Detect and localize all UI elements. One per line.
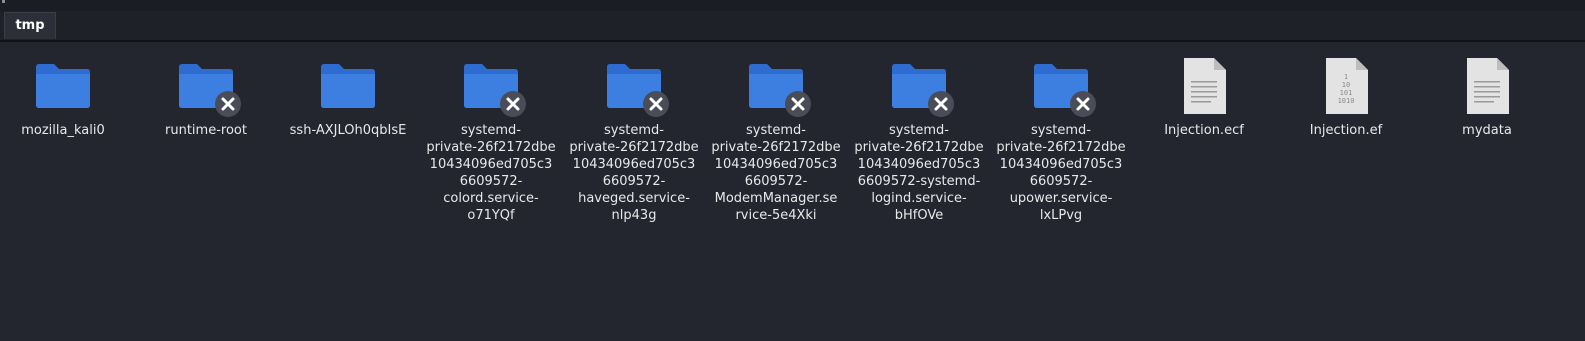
item-label: systemd- private-26f2172dbe 10434096ed70… [426,123,556,223]
item-label: systemd- private-26f2172dbe 10434096ed70… [711,123,841,223]
folder-icon [316,54,380,118]
unreadable-icon [785,91,811,117]
folder-item[interactable]: mozilla_kali0 [0,54,129,139]
folder-icon [1029,54,1096,118]
item-label: ssh-AXJLOh0qbIsE [289,123,407,138]
folder-icon [744,54,811,118]
folder-item[interactable]: systemd- private-26f2172dbe 10434096ed70… [568,54,700,224]
folder-icon [602,54,669,118]
folder-item[interactable]: systemd- private-26f2172dbe 10434096ed70… [425,54,557,224]
window-top-strip [0,0,1585,11]
svg-text:10: 10 [1342,81,1350,89]
folder-item[interactable]: systemd- private-26f2172dbe 10434096ed70… [995,54,1127,224]
item-label: mozilla_kali0 [21,123,105,138]
item-label: Injection.ef [1309,123,1383,138]
window-edge-mark [2,0,5,3]
item-label: systemd- private-26f2172dbe 10434096ed70… [854,123,984,223]
unreadable-icon [928,91,954,117]
unreadable-icon [1070,91,1096,117]
unreadable-icon [643,91,669,117]
folder-item[interactable]: runtime-root [140,54,272,139]
folder-item[interactable]: ssh-AXJLOh0qbIsE [282,54,414,139]
item-label: systemd- private-26f2172dbe 10434096ed70… [996,123,1126,223]
svg-text:101: 101 [1340,89,1353,97]
item-label: runtime-root [165,123,247,138]
file-item[interactable]: mydata [1421,54,1553,139]
text-file-icon [1455,54,1519,118]
folder-item[interactable]: systemd- private-26f2172dbe 10434096ed70… [853,54,985,224]
tab-tmp[interactable]: tmp [4,12,56,39]
file-item[interactable]: 1 10 101 1010 Injection.ef [1280,54,1412,139]
file-grid: mozilla_kali0 runtime-root ssh-AXJLOh0qb… [0,42,1585,341]
folder-item[interactable]: systemd- private-26f2172dbe 10434096ed70… [710,54,842,224]
svg-text:1: 1 [1344,73,1348,81]
folder-icon [174,54,241,118]
item-label: mydata [1462,123,1512,138]
folder-icon [887,54,954,118]
file-item[interactable]: Injection.ecf [1138,54,1270,139]
binary-file-icon: 1 10 101 1010 [1314,54,1378,118]
folder-icon [31,54,95,118]
item-label: Injection.ecf [1164,123,1244,138]
unreadable-icon [215,91,241,117]
text-file-icon [1172,54,1236,118]
unreadable-icon [500,91,526,117]
tab-bar: tmp [0,11,1585,42]
item-label: systemd- private-26f2172dbe 10434096ed70… [569,123,699,223]
svg-text:1010: 1010 [1338,97,1355,105]
folder-icon [459,54,526,118]
